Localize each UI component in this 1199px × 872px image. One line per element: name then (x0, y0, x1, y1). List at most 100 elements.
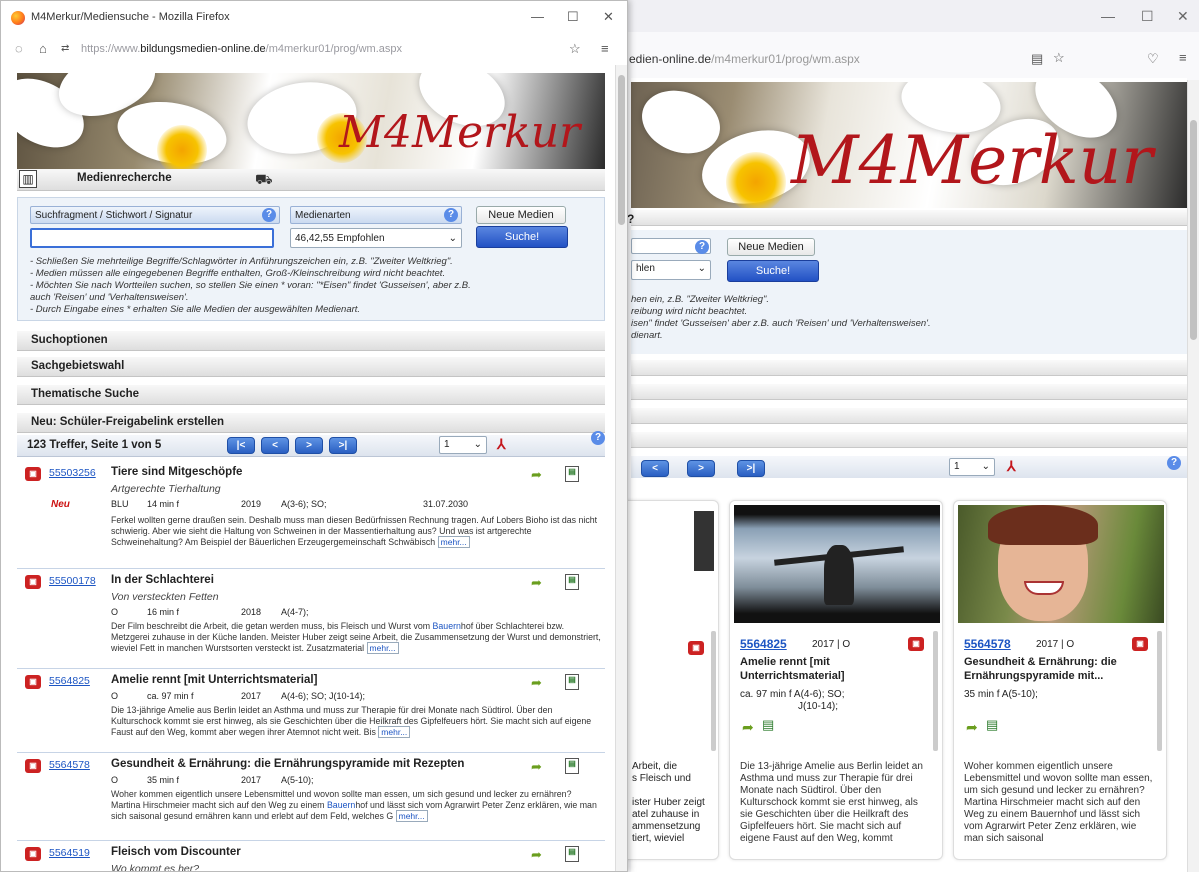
search-button[interactable]: Suche! (476, 226, 568, 248)
front-url-bar[interactable]: ◌ ⌂ ⇄ https://www.bildungsmedien-online.… (1, 35, 627, 63)
video-thumbnail[interactable] (958, 505, 1164, 623)
back-url-bar[interactable]: edien-online.de/m4merkur01/prog/wm.aspx … (601, 44, 1199, 74)
more-link[interactable]: mehr... (395, 810, 428, 823)
media-type-icon: ▣ (908, 637, 924, 651)
keyword-highlight[interactable]: Bauern (433, 621, 461, 631)
back-scrollbar[interactable] (1187, 80, 1199, 872)
permissions-icon[interactable]: ⇄ (61, 43, 69, 54)
prev-page-button[interactable]: < (261, 437, 289, 454)
more-link[interactable]: mehr... (437, 536, 470, 549)
material-icon[interactable]: ▤ (565, 846, 579, 862)
section-thematic-search[interactable]: Thematische Suche (17, 385, 605, 405)
keyword-highlight[interactable]: Bauern (327, 800, 355, 810)
page-select[interactable]: 1 ⌄ (439, 436, 487, 454)
search-help-icon[interactable]: ? (262, 208, 276, 222)
result-card[interactable]: 5564578 2017 | O ▣ Gesundheit & Ernährun… (953, 500, 1167, 860)
result-year: 2017 (241, 691, 262, 701)
result-id-link[interactable]: 55503256 (49, 467, 96, 479)
download-icon[interactable]: ➦ (531, 575, 547, 590)
material-icon[interactable]: ▤ (565, 674, 579, 690)
video-thumbnail[interactable] (734, 505, 940, 623)
result-type: O (111, 691, 119, 701)
result-id-link[interactable]: 55500178 (49, 575, 96, 587)
reader-view-icon[interactable]: ▤ (1031, 51, 1043, 67)
result-id-link[interactable]: 5564519 (49, 847, 90, 859)
back-page-select[interactable]: 1 ⌄ (949, 458, 995, 476)
back-section-1[interactable] (631, 360, 1187, 376)
back-section-4[interactable] (631, 432, 1187, 448)
pager-help-icon[interactable]: ? (591, 431, 605, 445)
section-subject-selection[interactable]: Sachgebietswahl (17, 357, 605, 377)
material-icon[interactable]: ▤ (565, 758, 579, 774)
menu-icon[interactable]: ≡ (1179, 50, 1187, 65)
lock-icon[interactable]: ⌂ (39, 41, 47, 56)
background-browser-window: — ☐ ✕ edien-online.de/m4merkur01/prog/wm… (600, 0, 1199, 872)
back-page-content: M4Merkur ? ? hlen ⌄ Neue Medien Suche! he… (601, 78, 1187, 872)
result-row[interactable]: ▣ 55503256 Tiere sind Mitgeschöpfe Artge… (17, 461, 605, 569)
menu-icon[interactable]: ≡ (601, 41, 609, 56)
back-help-icon[interactable]: ? (695, 240, 709, 254)
front-scrollbar[interactable] (615, 65, 627, 871)
section-student-share-link[interactable]: Neu: Schüler-Freigabelink erstellen (17, 413, 605, 433)
result-row[interactable]: ▣ 5564519 Fleisch vom Discounter Wo komm… (17, 841, 605, 871)
new-media-button[interactable]: Neue Medien (476, 206, 566, 224)
calendar-grid-icon[interactable]: ▥ (19, 170, 37, 188)
result-row[interactable]: ▣ 55500178 In der Schlachterei Von verst… (17, 569, 605, 669)
close-icon[interactable]: ✕ (1177, 8, 1189, 25)
download-icon[interactable]: ➦ (531, 759, 547, 774)
material-icon[interactable]: ▤ (565, 466, 579, 482)
close-icon[interactable]: ✕ (603, 9, 614, 25)
download-icon[interactable]: ➦ (531, 675, 547, 690)
result-row[interactable]: ▣ 5564578 Gesundheit & Ernährung: die Er… (17, 753, 605, 841)
material-icon[interactable]: ▤ (986, 717, 998, 733)
download-icon[interactable]: ➦ (742, 719, 754, 736)
bookmark-star-icon[interactable]: ☆ (569, 41, 581, 57)
material-icon[interactable]: ▤ (565, 574, 579, 590)
maximize-icon[interactable]: ☐ (567, 9, 579, 25)
result-id-link[interactable]: 5564825 (740, 637, 787, 651)
pdf-icon[interactable]: ⅄ (497, 436, 511, 452)
result-id-link[interactable]: 5564578 (49, 759, 90, 771)
more-link[interactable]: mehr... (366, 642, 399, 655)
first-page-button[interactable]: |< (227, 437, 255, 454)
back-section-2[interactable] (631, 384, 1187, 400)
back-mediatype-select[interactable]: hlen ⌄ (631, 260, 711, 280)
result-age: A(5-10); (281, 775, 314, 785)
back-last-page-button[interactable]: >| (737, 460, 765, 477)
result-title: In der Schlachterei (111, 574, 214, 586)
material-icon[interactable]: ▤ (762, 717, 774, 733)
last-page-button[interactable]: >| (329, 437, 357, 454)
bookmark-star-icon[interactable]: ☆ (1053, 50, 1065, 66)
search-input[interactable] (30, 228, 274, 248)
minimize-icon[interactable]: — (1101, 8, 1115, 24)
section-search-options[interactable]: Suchoptionen (17, 331, 605, 351)
pdf-icon[interactable]: ⅄ (1007, 458, 1021, 474)
next-page-button[interactable]: > (295, 437, 323, 454)
result-id-link[interactable]: 5564578 (964, 637, 1011, 651)
download-icon[interactable]: ➦ (531, 467, 547, 482)
more-link[interactable]: mehr... (378, 726, 411, 739)
back-search-button[interactable]: Suche! (727, 260, 819, 282)
download-icon[interactable]: ➦ (966, 719, 978, 736)
media-type-select[interactable]: 46,42,55 Empfohlen ⌄ (290, 228, 462, 248)
result-id-link[interactable]: 5564825 (49, 675, 90, 687)
media-type-icon: ▣ (25, 759, 41, 773)
result-card[interactable]: 5564825 2017 | O ▣ Amelie rennt [mit Unt… (729, 500, 943, 860)
back-new-media-button[interactable]: Neue Medien (727, 238, 815, 256)
pocket-icon[interactable]: ♡ (1147, 51, 1159, 67)
back-section-3[interactable] (631, 408, 1187, 424)
back-next-page-button[interactable]: > (687, 460, 715, 477)
media-type-icon: ▣ (25, 467, 41, 481)
result-meta-2: J(10-14); (798, 701, 839, 712)
shield-icon[interactable]: ◌ (15, 41, 23, 56)
download-icon[interactable]: ➦ (531, 847, 547, 862)
maximize-icon[interactable]: ☐ (1141, 8, 1154, 25)
back-prev-page-button[interactable]: < (641, 460, 669, 477)
media-help-icon[interactable]: ? (444, 208, 458, 222)
media-type-icon: ▣ (25, 675, 41, 689)
minimize-icon[interactable]: — (531, 9, 544, 24)
result-row[interactable]: ▣ 5564825 Amelie rennt [mit Unterrichtsm… (17, 669, 605, 753)
cart-icon[interactable]: ⛟ (255, 171, 273, 190)
back-pager-help-icon[interactable]: ? (1167, 456, 1181, 470)
result-year: 2018 (241, 607, 262, 617)
